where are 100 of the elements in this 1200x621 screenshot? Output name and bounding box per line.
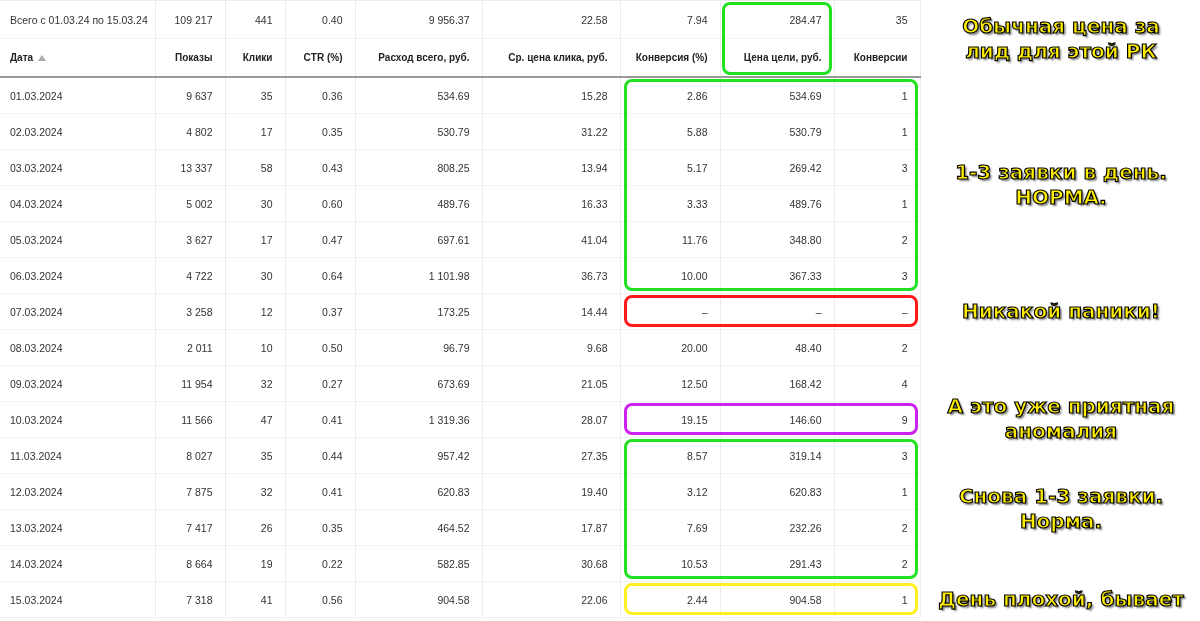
table-cell: 5.17: [620, 149, 720, 186]
table-cell: 2: [834, 509, 920, 546]
column-header[interactable]: Клики: [225, 38, 285, 77]
table-cell: 22.06: [482, 581, 620, 618]
table-cell: 17: [225, 221, 285, 258]
table-cell: 673.69: [355, 365, 482, 402]
annotation-note: 1-3 заявки в день. НОРМА.: [954, 160, 1168, 210]
table-cell: 1: [834, 581, 920, 618]
table-cell: 489.76: [720, 185, 834, 222]
table-cell: 19.15: [620, 401, 720, 438]
table-cell: 11.76: [620, 221, 720, 258]
table-cell: 11 954: [155, 365, 225, 402]
table-cell: 3 627: [155, 221, 225, 258]
date-cell: 12.03.2024: [0, 473, 155, 510]
table-cell: 11 566: [155, 401, 225, 438]
summary-cell: 22.58: [482, 0, 620, 39]
date-cell: 15.03.2024: [0, 581, 155, 618]
summary-cell: 7.94: [620, 0, 720, 39]
table-cell: 4 722: [155, 257, 225, 294]
table-cell: 173.25: [355, 293, 482, 330]
table-cell: 21.05: [482, 365, 620, 402]
annotation-note: Обычная цена за лид для этой РК: [961, 13, 1161, 64]
table-cell: 10: [225, 329, 285, 366]
table-cell: 20.00: [620, 329, 720, 366]
table-cell: 7.69: [620, 509, 720, 546]
summary-cell: 9 956.37: [355, 0, 482, 39]
column-header[interactable]: Конверсии: [834, 38, 920, 77]
table-cell: 26: [225, 509, 285, 546]
summary-cell: 109 217: [155, 0, 225, 39]
table-cell: 582.85: [355, 545, 482, 582]
table-cell: 31.22: [482, 113, 620, 150]
date-cell: 14.03.2024: [0, 545, 155, 582]
table-cell: 7 417: [155, 509, 225, 546]
table-cell: 96.79: [355, 329, 482, 366]
table-cell: 1: [834, 473, 920, 510]
table-cell: 904.58: [720, 581, 834, 618]
table-cell: 32: [225, 473, 285, 510]
date-cell: 02.03.2024: [0, 113, 155, 150]
table-cell: 9.68: [482, 329, 620, 366]
column-header[interactable]: Цена цели, руб.: [720, 38, 834, 77]
table-cell: 16.33: [482, 185, 620, 222]
table-cell: 12: [225, 293, 285, 330]
table-cell: 0.35: [285, 509, 355, 546]
table-cell: 30: [225, 257, 285, 294]
table-cell: 291.43: [720, 545, 834, 582]
summary-label: Всего с 01.03.24 по 15.03.24: [0, 0, 155, 39]
table-cell: 10.00: [620, 257, 720, 294]
date-cell: 03.03.2024: [0, 149, 155, 186]
table-cell: 30: [225, 185, 285, 222]
table-cell: 10.53: [620, 545, 720, 582]
table-cell: 48.40: [720, 329, 834, 366]
table-cell: –: [620, 293, 720, 330]
table-cell: 3.12: [620, 473, 720, 510]
column-header[interactable]: CTR (%): [285, 38, 355, 77]
column-header[interactable]: Ср. цена клика, руб.: [482, 38, 620, 77]
table-cell: 2: [834, 545, 920, 582]
table-cell: 41.04: [482, 221, 620, 258]
table-cell: 0.41: [285, 401, 355, 438]
table-cell: 19.40: [482, 473, 620, 510]
table-cell: 19: [225, 545, 285, 582]
table-cell: 9: [834, 401, 920, 438]
column-header[interactable]: Дата: [0, 38, 155, 77]
summary-cell: 441: [225, 0, 285, 39]
table-cell: 2.86: [620, 77, 720, 114]
table-cell: 15.28: [482, 77, 620, 114]
table-cell: 808.25: [355, 149, 482, 186]
column-header[interactable]: Конверсия (%): [620, 38, 720, 77]
table-cell: 5 002: [155, 185, 225, 222]
table-cell: 4: [834, 365, 920, 402]
date-cell: 11.03.2024: [0, 437, 155, 474]
table-cell: 0.36: [285, 77, 355, 114]
date-cell: 10.03.2024: [0, 401, 155, 438]
table-cell: 8 664: [155, 545, 225, 582]
table-cell: 1: [834, 77, 920, 114]
table-cell: 2: [834, 221, 920, 258]
annotation-note: День плохой, бывает: [937, 586, 1185, 612]
summary-cell: 35: [834, 0, 920, 39]
table-cell: 0.22: [285, 545, 355, 582]
table-cell: 0.43: [285, 149, 355, 186]
table-cell: 36.73: [482, 257, 620, 294]
table-cell: 7 875: [155, 473, 225, 510]
table-cell: 904.58: [355, 581, 482, 618]
table-cell: 319.14: [720, 437, 834, 474]
table-cell: 2 011: [155, 329, 225, 366]
table-cell: 32: [225, 365, 285, 402]
table-cell: 17.87: [482, 509, 620, 546]
table-cell: 0.44: [285, 437, 355, 474]
table-cell: 0.27: [285, 365, 355, 402]
column-header[interactable]: Расход всего, руб.: [355, 38, 482, 77]
table-cell: 0.64: [285, 257, 355, 294]
date-cell: 07.03.2024: [0, 293, 155, 330]
table-cell: 0.47: [285, 221, 355, 258]
column-header[interactable]: Показы: [155, 38, 225, 77]
table-cell: 697.61: [355, 221, 482, 258]
date-cell: 01.03.2024: [0, 77, 155, 114]
table-cell: 1: [834, 113, 920, 150]
annotation-note: Снова 1-3 заявки. Норма.: [957, 484, 1165, 534]
table-cell: 232.26: [720, 509, 834, 546]
table-cell: 0.35: [285, 113, 355, 150]
table-cell: 41: [225, 581, 285, 618]
